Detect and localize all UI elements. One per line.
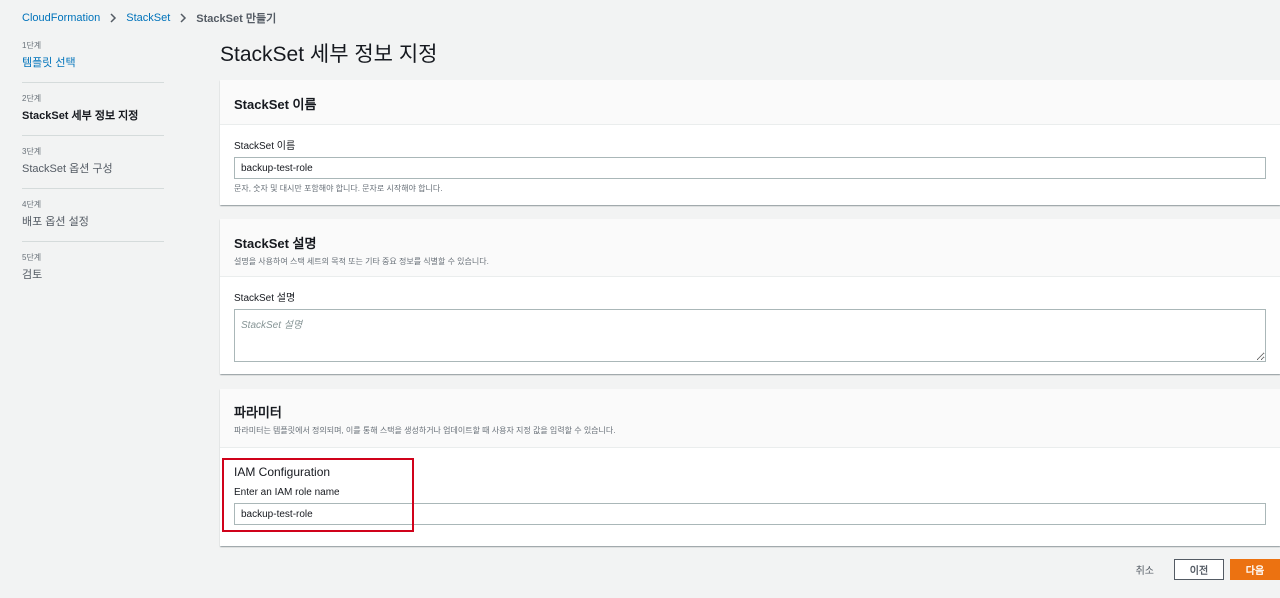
previous-button[interactable]: 이전 [1174, 559, 1224, 580]
step-title: 검토 [22, 269, 43, 281]
stackset-description-textarea[interactable] [234, 309, 1266, 362]
stackset-description-panel: StackSet 설명 설명을 사용하여 스택 세트의 목적 또는 기타 중요 … [220, 219, 1280, 374]
iam-role-input[interactable] [234, 503, 1266, 525]
step-number: 5단계 [22, 253, 42, 262]
chevron-right-icon [106, 12, 120, 24]
cancel-button[interactable]: 취소 [1136, 562, 1154, 577]
step-title-current: StackSet 세부 정보 지정 [22, 110, 139, 122]
wizard-footer: 취소 이전 다음 [1136, 559, 1280, 580]
panel-body: IAM Configuration Enter an IAM role name [220, 448, 1280, 525]
stackset-name-panel: StackSet 이름 StackSet 이름 문자, 숫자 및 대시만 포함해… [220, 80, 1280, 205]
stackset-name-hint: 문자, 숫자 및 대시만 포함해야 합니다. 문자로 시작해야 합니다. [234, 184, 443, 193]
step-title: 배포 옵션 설정 [22, 216, 89, 228]
wizard-step-3: 3단계 StackSet 옵션 구성 [22, 142, 164, 189]
breadcrumb-current: StackSet 만들기 [196, 13, 277, 25]
step-number: 1단계 [22, 41, 42, 50]
stackset-name-input[interactable] [234, 157, 1266, 179]
stackset-name-label: StackSet 이름 [234, 141, 296, 152]
iam-configuration-title: IAM Configuration [234, 465, 331, 479]
page-title: StackSet 세부 정보 지정 [220, 43, 438, 66]
breadcrumb: CloudFormation StackSet StackSet 만들기 [22, 10, 276, 26]
panel-header: StackSet 이름 [220, 80, 1280, 125]
stackset-description-label: StackSet 설명 [234, 293, 296, 304]
breadcrumb-stackset[interactable]: StackSet [126, 12, 170, 24]
wizard-step-1: 1단계 템플릿 선택 [22, 36, 164, 83]
iam-role-label: Enter an IAM role name [234, 487, 340, 498]
step-title: StackSet 옵션 구성 [22, 163, 113, 175]
panel-description: 파라미터는 템플릿에서 정의되며, 이를 통해 스택을 생성하거나 업데이트할 … [234, 426, 616, 435]
panel-header: 파라미터 파라미터는 템플릿에서 정의되며, 이를 통해 스택을 생성하거나 업… [220, 389, 1280, 448]
parameters-panel: 파라미터 파라미터는 템플릿에서 정의되며, 이를 통해 스택을 생성하거나 업… [220, 389, 1280, 546]
wizard-steps: 1단계 템플릿 선택 2단계 StackSet 세부 정보 지정 3단계 Sta… [22, 36, 164, 301]
step-link-template[interactable]: 템플릿 선택 [22, 54, 164, 70]
step-number: 3단계 [22, 147, 42, 156]
wizard-step-4: 4단계 배포 옵션 설정 [22, 195, 164, 242]
wizard-step-2: 2단계 StackSet 세부 정보 지정 [22, 89, 164, 136]
panel-body: StackSet 이름 문자, 숫자 및 대시만 포함해야 합니다. 문자로 시… [220, 125, 1280, 194]
chevron-right-icon [176, 12, 190, 24]
panel-description: 설명을 사용하여 스택 세트의 목적 또는 기타 중요 정보를 식별할 수 있습… [234, 257, 489, 266]
panel-header: StackSet 설명 설명을 사용하여 스택 세트의 목적 또는 기타 중요 … [220, 219, 1280, 277]
step-number: 2단계 [22, 94, 42, 103]
step-number: 4단계 [22, 200, 42, 209]
panel-heading: StackSet 이름 [234, 97, 317, 112]
panel-body: StackSet 설명 [220, 277, 1280, 367]
wizard-step-5: 5단계 검토 [22, 248, 164, 295]
breadcrumb-cloudformation[interactable]: CloudFormation [22, 12, 100, 24]
panel-heading: 파라미터 [234, 405, 282, 420]
next-button[interactable]: 다음 [1230, 559, 1280, 580]
panel-heading: StackSet 설명 [234, 236, 317, 251]
